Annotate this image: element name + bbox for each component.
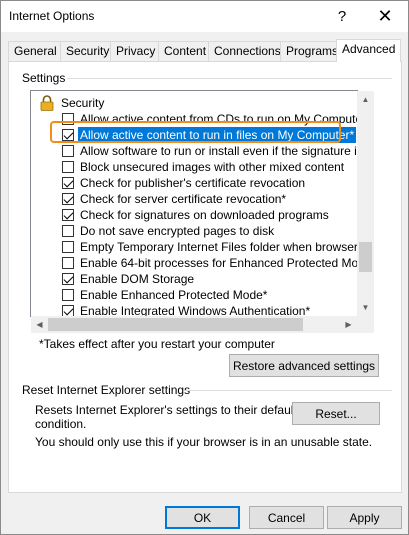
scroll-left-arrow-icon[interactable]: ◀ [31,316,48,333]
checkbox[interactable] [62,177,74,189]
window-title: Internet Options [9,9,95,23]
horizontal-scroll-thumb[interactable] [48,318,303,331]
checkbox[interactable] [62,289,74,301]
setting-item[interactable]: Check for signatures on downloaded progr… [31,207,357,223]
setting-item[interactable]: Do not save encrypted pages to disk [31,223,357,239]
internet-options-dialog: Internet Options ? ✕ General Security Pr… [0,0,409,535]
setting-item[interactable]: Block unsecured images with other mixed … [31,159,357,175]
reset-group-label: Reset Internet Explorer settings [22,383,191,397]
setting-item[interactable]: Check for publisher's certificate revoca… [31,175,357,191]
checkbox[interactable] [62,225,74,237]
reset-button[interactable]: Reset... [292,402,380,425]
scroll-right-arrow-icon[interactable]: ▶ [340,316,357,333]
help-button[interactable]: ? [319,1,365,32]
setting-label: Check for signatures on downloaded progr… [80,208,329,222]
checkbox[interactable] [62,241,74,253]
vertical-scroll-thumb[interactable] [359,242,372,272]
scroll-down-arrow-icon[interactable]: ▼ [357,299,374,316]
setting-label: Enable DOM Storage [80,272,195,286]
highlight-annotation [50,121,341,143]
restore-advanced-settings-button[interactable]: Restore advanced settings [229,354,379,377]
setting-item[interactable]: Enable DOM Storage [31,271,357,287]
reset-group-line [184,390,392,391]
checkbox[interactable] [62,145,74,157]
close-button[interactable]: ✕ [362,1,408,32]
setting-item[interactable]: Enable Integrated Windows Authentication… [31,303,357,316]
setting-label: Allow software to run or install even if… [80,144,358,158]
setting-item[interactable]: Enable Enhanced Protected Mode* [31,287,357,303]
tab-privacy[interactable]: Privacy [110,41,162,61]
setting-item[interactable]: Empty Temporary Internet Files folder wh… [31,239,358,255]
settings-group-label: Settings [22,71,66,85]
lock-icon [40,95,54,111]
tab-security[interactable]: Security [60,41,116,61]
setting-item[interactable]: Check for server certificate revocation* [31,191,357,207]
setting-label: Check for publisher's certificate revoca… [80,176,306,190]
tab-strip: General Security Privacy Content Connect… [8,39,402,62]
category-label: Security [61,96,105,110]
apply-button[interactable]: Apply [327,506,402,529]
reset-description-line1: Resets Internet Explorer's settings to t… [35,403,297,417]
setting-label: Enable Enhanced Protected Mode* [80,288,268,302]
tree-category-security: Security [31,95,357,111]
cancel-button[interactable]: Cancel [249,506,324,529]
setting-label: Empty Temporary Internet Files folder wh… [80,240,358,254]
checkbox[interactable] [62,257,74,269]
restart-footnote: *Takes effect after you restart your com… [39,337,275,351]
setting-label: Block unsecured images with other mixed … [80,160,345,174]
setting-label: Do not save encrypted pages to disk [80,224,275,238]
reset-warning: You should only use this if your browser… [35,435,373,449]
tab-programs[interactable]: Programs [280,41,345,61]
checkbox[interactable] [62,193,74,205]
checkbox[interactable] [62,161,74,173]
reset-description-line2: condition. [35,417,87,431]
settings-group-line [67,78,392,79]
tab-advanced[interactable]: Advanced [336,39,402,62]
checkbox[interactable] [62,273,74,285]
vertical-scrollbar[interactable]: ▲ ▼ [357,91,374,316]
scroll-up-arrow-icon[interactable]: ▲ [357,91,374,108]
tab-connections[interactable]: Connections [208,41,287,61]
scroll-corner [357,316,374,333]
setting-item[interactable]: Enable 64-bit processes for Enhanced Pro… [31,255,358,271]
setting-label: Enable 64-bit processes for Enhanced Pro… [80,256,358,270]
ok-button[interactable]: OK [165,506,240,529]
tab-content[interactable]: Content [158,41,213,61]
title-bar: Internet Options ? ✕ [1,1,408,32]
setting-item[interactable]: Allow software to run or install even if… [31,143,358,159]
tab-general[interactable]: General [8,41,63,61]
setting-label: Check for server certificate revocation* [80,192,287,206]
horizontal-scrollbar[interactable]: ◀ ▶ [31,316,357,333]
checkbox[interactable] [62,209,74,221]
